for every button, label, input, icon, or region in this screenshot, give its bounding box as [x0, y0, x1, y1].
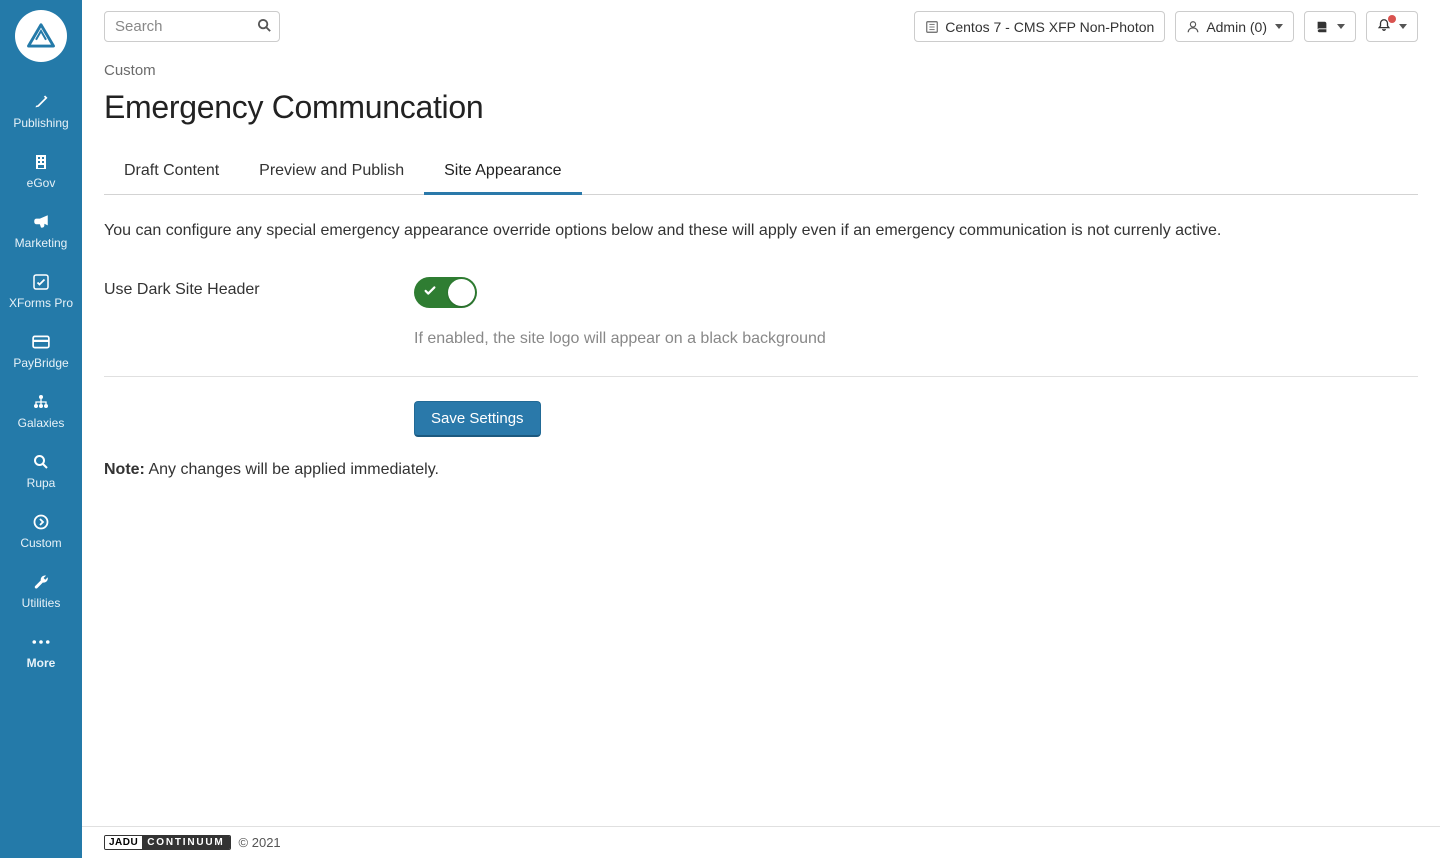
- sidebar-item-label: Utilities: [22, 596, 61, 610]
- tab-draft-content[interactable]: Draft Content: [104, 152, 239, 195]
- sidebar-item-label: Custom: [20, 536, 61, 550]
- user-label: Admin (0): [1206, 19, 1267, 35]
- environment-selector[interactable]: Centos 7 - CMS XFP Non-Photon: [914, 11, 1165, 42]
- sidebar-item-utilities[interactable]: Utilities: [0, 560, 82, 620]
- docs-menu[interactable]: [1304, 11, 1356, 42]
- tab-description: You can configure any special emergency …: [104, 219, 1418, 243]
- note-label: Note:: [104, 461, 145, 478]
- main-column: Centos 7 - CMS XFP Non-Photon Admin (0) …: [82, 0, 1440, 858]
- sidebar-item-publishing[interactable]: Publishing: [0, 80, 82, 140]
- building-icon: [33, 154, 49, 170]
- sidebar-item-label: eGov: [27, 176, 56, 190]
- copyright: © 2021: [239, 835, 281, 850]
- sidebar-item-label: Rupa: [27, 476, 56, 490]
- brand-part-1: JADU: [105, 836, 142, 849]
- bullhorn-icon: [32, 213, 50, 231]
- save-button[interactable]: Save Settings: [414, 401, 541, 437]
- chevron-down-icon: [1337, 24, 1345, 29]
- check-square-icon: [33, 274, 49, 290]
- sidebar-item-egov[interactable]: eGov: [0, 140, 82, 200]
- sidebar-item-xforms[interactable]: XForms Pro: [0, 260, 82, 320]
- tabs: Draft Content Preview and Publish Site A…: [104, 152, 1418, 195]
- search-input[interactable]: [104, 11, 280, 42]
- user-menu[interactable]: Admin (0): [1175, 11, 1294, 42]
- footer: JADU CONTINUUM © 2021: [82, 826, 1440, 858]
- sidebar-item-label: XForms Pro: [9, 296, 73, 310]
- tab-preview-publish[interactable]: Preview and Publish: [239, 152, 424, 195]
- triangle-logo-icon: [26, 21, 56, 51]
- brand-part-2: CONTINUUM: [142, 836, 229, 849]
- chevron-down-icon: [1275, 24, 1283, 29]
- sidebar-item-custom[interactable]: Custom: [0, 500, 82, 560]
- check-icon: [423, 283, 437, 302]
- wrench-icon: [33, 574, 49, 590]
- credit-card-icon: [32, 333, 50, 351]
- sidebar-item-paybridge[interactable]: PayBridge: [0, 320, 82, 380]
- tab-site-appearance[interactable]: Site Appearance: [424, 152, 581, 195]
- notification-dot: [1388, 15, 1396, 23]
- form-row-dark-header: Use Dark Site Header If enabled, the sit…: [104, 277, 1418, 348]
- note-row: Note: Any changes will be applied immedi…: [104, 461, 1418, 479]
- sidebar-item-marketing[interactable]: Marketing: [0, 200, 82, 260]
- sidebar-item-label: Marketing: [15, 236, 68, 250]
- sidebar-item-more[interactable]: More: [0, 620, 82, 680]
- sidebar-item-label: Publishing: [13, 116, 68, 130]
- sidebar-item-label: Galaxies: [18, 416, 65, 430]
- chevron-down-icon: [1399, 24, 1407, 29]
- sidebar-item-label: More: [27, 656, 56, 670]
- search-wrap: [104, 11, 280, 42]
- breadcrumb: Custom: [104, 62, 1418, 79]
- topbar: Centos 7 - CMS XFP Non-Photon Admin (0): [82, 0, 1440, 42]
- sidebar-item-rupa[interactable]: Rupa: [0, 440, 82, 500]
- pencil-icon: [33, 94, 49, 110]
- sitemap-icon: [33, 394, 49, 410]
- sidebar: Publishing eGov Marketing XForms Pro Pay…: [0, 0, 82, 858]
- ellipsis-icon: [32, 638, 50, 646]
- note-text: Any changes will be applied immediately.: [145, 461, 439, 478]
- notifications-menu[interactable]: [1366, 11, 1418, 42]
- search-icon: [33, 454, 49, 470]
- app-logo[interactable]: [15, 10, 67, 62]
- content: Custom Emergency Communcation Draft Cont…: [82, 42, 1440, 826]
- book-icon: [1315, 20, 1329, 34]
- search-icon: [257, 18, 272, 33]
- environment-label: Centos 7 - CMS XFP Non-Photon: [945, 19, 1154, 35]
- divider: [104, 376, 1418, 377]
- circle-arrow-icon: [33, 514, 49, 530]
- page-title: Emergency Communcation: [104, 89, 1418, 126]
- server-icon: [925, 20, 939, 34]
- toggle-label: Use Dark Site Header: [104, 277, 414, 299]
- toggle-help-text: If enabled, the site logo will appear on…: [414, 330, 1418, 348]
- user-icon: [1186, 20, 1200, 34]
- sidebar-item-label: PayBridge: [13, 356, 68, 370]
- sidebar-item-galaxies[interactable]: Galaxies: [0, 380, 82, 440]
- brand-badge: JADU CONTINUUM: [104, 835, 231, 850]
- toggle-knob: [448, 279, 475, 306]
- dark-header-toggle[interactable]: [414, 277, 477, 308]
- search-button[interactable]: [255, 16, 274, 38]
